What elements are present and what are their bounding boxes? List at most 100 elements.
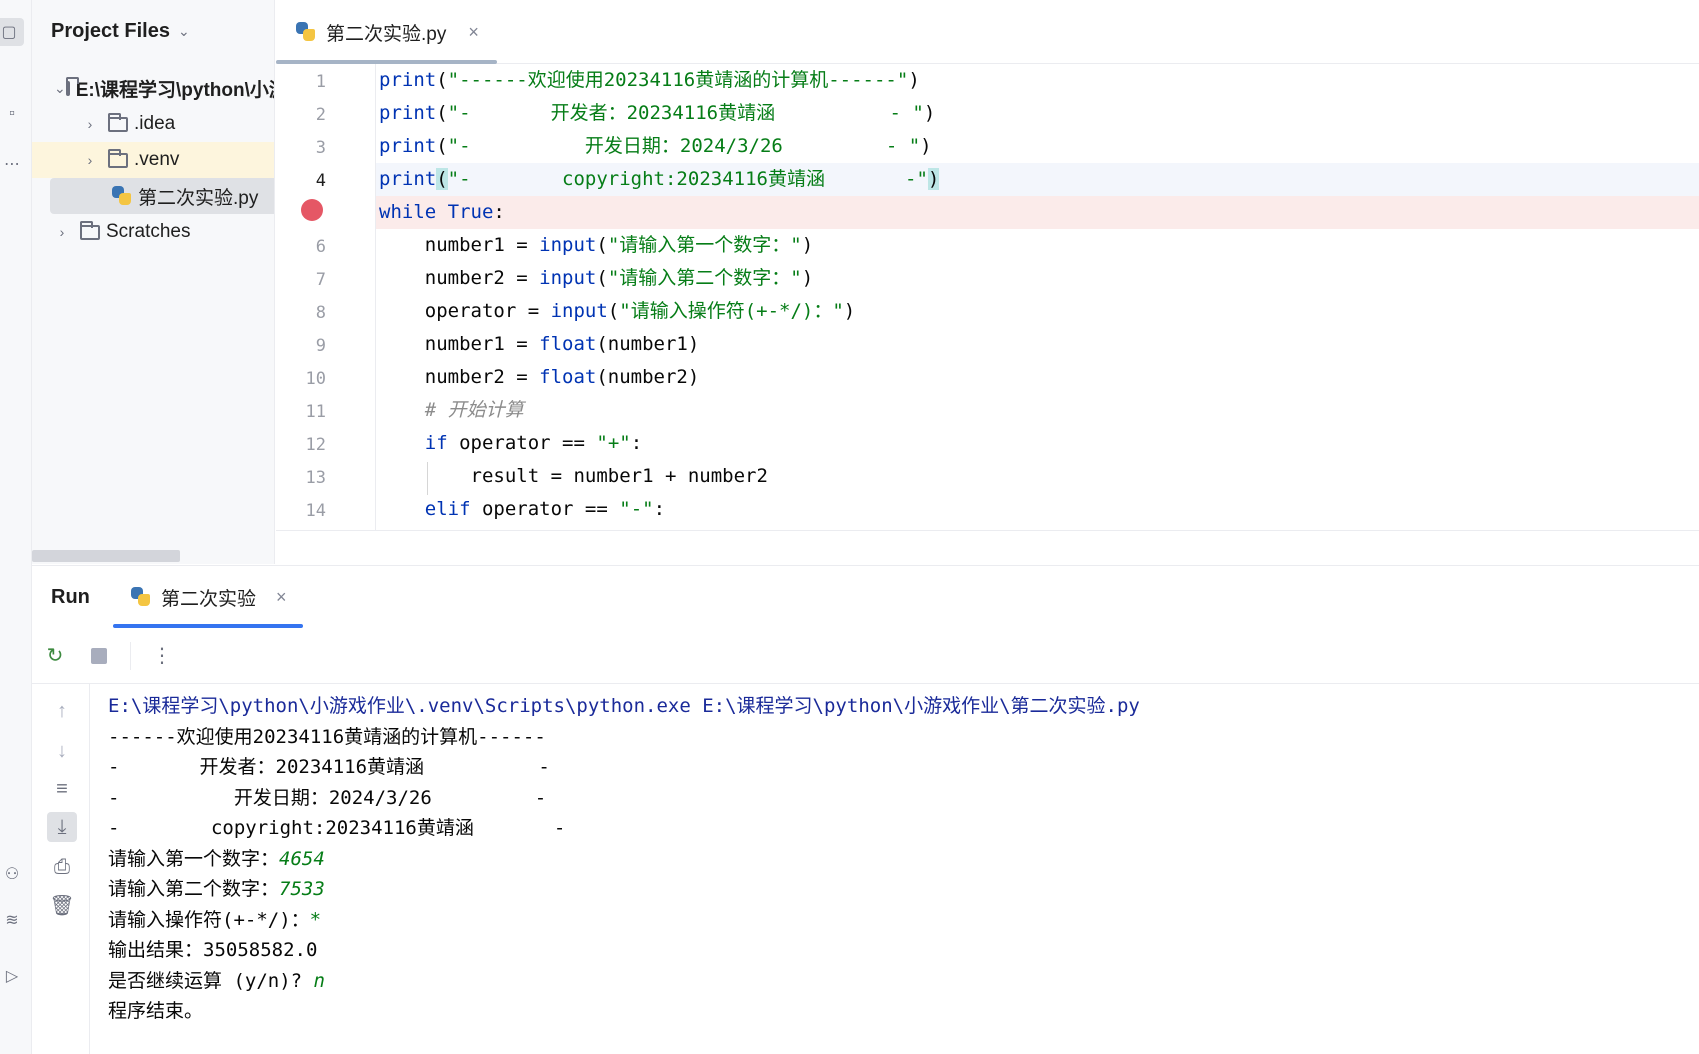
tree-item-venv[interactable]: › .venv: [32, 142, 274, 178]
close-icon[interactable]: ×: [276, 587, 287, 608]
code-token: (number1): [596, 333, 700, 355]
line-number[interactable]: 6: [276, 237, 326, 257]
arrow-up-icon[interactable]: ↑: [47, 696, 77, 726]
code-line[interactable]: print("- 开发日期：2024/3/26 - "): [376, 130, 1699, 163]
line-number[interactable]: 12: [276, 435, 326, 455]
code-token: operator ==: [447, 432, 597, 454]
project-tool-icon[interactable]: ▢: [0, 18, 24, 46]
run-panel: Run 第二次实验 × ↻ ⋮ ↑ ↓ ≡ ⤓ ⎙ 🗑 E:\课程学习\pyth…: [32, 565, 1699, 1054]
code-token: float: [539, 333, 597, 355]
code-line[interactable]: number1 = float(number1): [376, 328, 1699, 361]
tool-window-strip: ▢ ▫ ⋯ ⚇ ≋ ▷: [0, 0, 32, 1054]
line-number[interactable]: 9: [276, 336, 326, 356]
soft-wrap-icon[interactable]: ≡: [47, 774, 77, 804]
run-tab-config[interactable]: 第二次实验 ×: [113, 566, 303, 628]
python-file-icon: [112, 186, 132, 206]
code-line[interactable]: print("- copyright:20234116黄靖涵 -"): [376, 163, 1699, 196]
code-token: number1 =: [379, 234, 540, 256]
console-line: 请输入操作符(+-*/)：*: [108, 904, 321, 937]
code-token: :: [653, 498, 666, 520]
tree-item-scratches[interactable]: › Scratches: [32, 214, 274, 250]
line-number[interactable]: 4: [276, 171, 326, 191]
console-text: 请输入第二个数字：: [108, 878, 280, 900]
console-line: - 开发者：20234116黄靖涵 -: [108, 751, 550, 784]
chevron-down-icon[interactable]: ⌄: [54, 80, 66, 97]
line-number[interactable]: 3: [276, 138, 326, 158]
line-number[interactable]: 8: [276, 303, 326, 323]
line-number[interactable]: 1: [276, 72, 326, 92]
console-user-input: 7533: [279, 878, 325, 900]
console-output[interactable]: E:\课程学习\python\小游戏作业\.venv\Scripts\pytho…: [108, 684, 1688, 1054]
project-panel: Project Files ⌄ ⌄ E:\课程学习\python\小游戏作业 ›…: [32, 0, 275, 564]
code-line[interactable]: number1 = input("请输入第一个数字："): [376, 229, 1699, 262]
code-line[interactable]: result = number1 + number2: [376, 460, 1699, 493]
trash-icon[interactable]: 🗑: [47, 890, 77, 920]
close-icon[interactable]: ×: [468, 22, 479, 43]
console-text: 程序结束。: [108, 1000, 204, 1022]
line-gutter[interactable]: 1 2 3 4 6 7 8 9 10 11 12 13 14: [276, 64, 376, 530]
console-text: 请输入第一个数字：: [108, 847, 280, 870]
folder-icon: [80, 220, 100, 240]
commit-tool-icon[interactable]: ▫: [0, 100, 24, 128]
code-token: "- 开发日期：2024/3/26 - ": [447, 135, 921, 157]
code-token: print: [379, 135, 437, 157]
project-horizontal-scrollbar[interactable]: [32, 550, 180, 562]
code-token: input: [550, 300, 608, 322]
line-number[interactable]: 2: [276, 105, 326, 125]
code-line[interactable]: print("- 开发者：20234116黄靖涵 - "): [376, 97, 1699, 130]
code-token: while True: [379, 201, 494, 223]
console-line: 是否继续运算 (y/n)? n: [108, 965, 325, 998]
project-panel-title[interactable]: Project Files ⌄: [51, 20, 190, 43]
code-token: (: [436, 168, 448, 190]
run-side-toolbar: ↑ ↓ ≡ ⤓ ⎙ 🗑: [32, 684, 90, 1054]
console-text: E:\课程学习\python\小游戏作业\.venv\Scripts\pytho…: [108, 695, 1140, 717]
arrow-down-icon[interactable]: ↓: [47, 736, 77, 766]
code-line[interactable]: number2 = input("请输入第二个数字："): [376, 262, 1699, 295]
line-number[interactable]: 11: [276, 402, 326, 422]
more-options-icon[interactable]: ⋮: [149, 643, 175, 669]
code-line[interactable]: elif operator == "-":: [376, 493, 1699, 526]
code-line[interactable]: print("------欢迎使用20234116黄靖涵的计算机------"): [376, 64, 1699, 97]
services-icon[interactable]: ▷: [0, 962, 24, 990]
chevron-right-icon[interactable]: ›: [82, 116, 98, 132]
code-token: ): [923, 102, 936, 124]
tree-item-main-file[interactable]: 第二次实验.py: [50, 178, 274, 214]
code-token: (: [596, 234, 608, 256]
print-icon[interactable]: ⎙: [47, 852, 77, 882]
layers-icon[interactable]: ≋: [0, 906, 24, 934]
folder-icon: [65, 76, 79, 96]
code-line[interactable]: operator = input("请输入操作符(+-*/)："): [376, 295, 1699, 328]
python-packages-icon[interactable]: ⚇: [0, 860, 24, 888]
console-user-input: n: [313, 969, 325, 992]
chevron-right-icon[interactable]: ›: [54, 224, 70, 240]
code-token: "请输入第二个数字：": [607, 267, 802, 289]
code-token: print: [379, 102, 437, 124]
stop-icon[interactable]: [86, 643, 112, 669]
code-token: :: [493, 201, 505, 223]
chevron-down-icon: ⌄: [177, 23, 190, 39]
code-line[interactable]: if operator == "+":: [376, 427, 1699, 460]
code-line[interactable]: while True:: [376, 196, 1699, 229]
tree-item-project-root[interactable]: ⌄ E:\课程学习\python\小游戏作业: [32, 70, 274, 106]
line-number[interactable]: 14: [276, 501, 326, 521]
line-number[interactable]: 7: [276, 270, 326, 290]
code-line[interactable]: number2 = float(number2): [376, 361, 1699, 394]
chevron-right-icon[interactable]: ›: [82, 152, 98, 168]
rerun-icon[interactable]: ↻: [42, 643, 68, 669]
code-editor: 第二次实验.py × 1 2 3 4 6 7 8 9 10 11 12 13 14 print("---…: [276, 0, 1699, 564]
line-number[interactable]: 13: [276, 468, 326, 488]
tree-item-idea[interactable]: › .idea: [32, 106, 274, 142]
code-line[interactable]: # 开始计算: [376, 394, 1699, 427]
editor-tab-main-file[interactable]: 第二次实验.py ×: [276, 0, 497, 64]
code-token: ): [927, 168, 940, 190]
more-tools-icon[interactable]: ⋯: [0, 150, 24, 178]
code-token: input: [539, 267, 597, 289]
console-text: 是否继续运算 (y/n)?: [108, 969, 314, 992]
python-file-icon: [296, 22, 316, 42]
breakpoint-marker[interactable]: [301, 199, 323, 221]
scroll-to-end-icon[interactable]: ⤓: [47, 812, 77, 842]
line-number[interactable]: 10: [276, 369, 326, 389]
run-tab-label: 第二次实验: [161, 588, 257, 610]
code-token: number2 =: [379, 267, 540, 289]
